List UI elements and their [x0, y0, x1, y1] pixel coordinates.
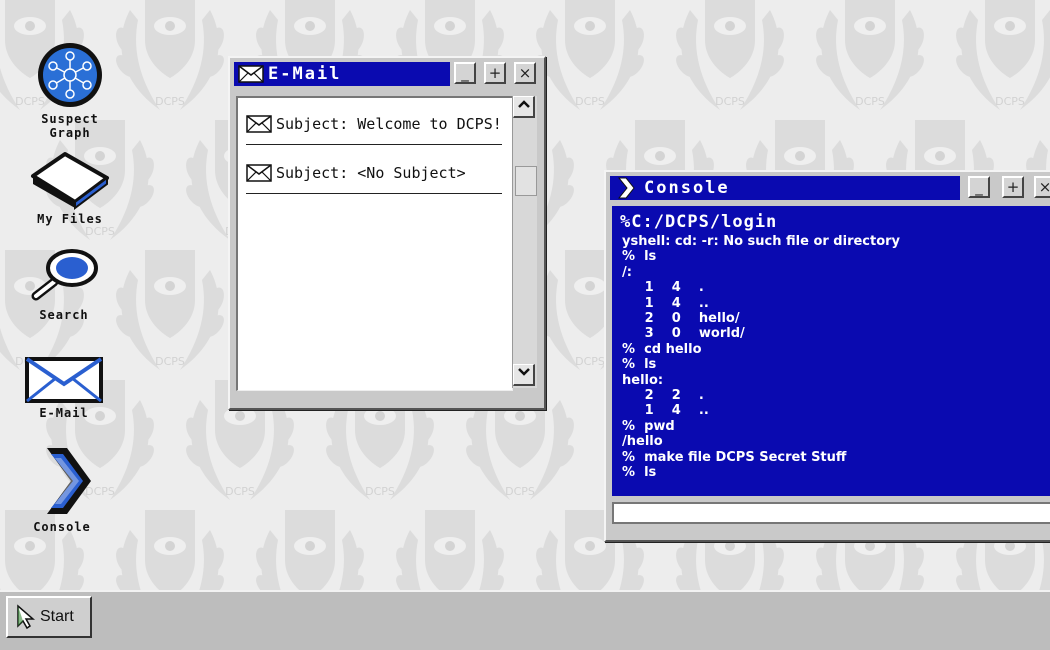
- console-line: 1 4 .: [622, 280, 704, 296]
- wallpaper-crest: DCPS: [100, 490, 240, 590]
- console-window-title: Console: [644, 178, 730, 198]
- console-titlebar[interactable]: Console: [610, 176, 960, 200]
- chevron-down-icon: [517, 368, 530, 376]
- start-button[interactable]: Start: [6, 596, 92, 638]
- console-prompt-path: %C:/DCPS/login: [620, 212, 778, 232]
- console-line: yshell: cd: -r: No such file or director…: [622, 234, 901, 249]
- console-line: % ls: [622, 465, 657, 481]
- chevron-up-icon: [517, 100, 530, 108]
- minimize-button[interactable]: _: [454, 62, 476, 84]
- close-button[interactable]: ×: [1034, 176, 1050, 198]
- close-button[interactable]: ×: [514, 62, 536, 84]
- email-message-item[interactable]: Subject: Welcome to DCPS!: [246, 104, 502, 145]
- email-message-item[interactable]: Subject: <No Subject>: [246, 153, 502, 194]
- desktop-icon-label: Search: [39, 308, 89, 322]
- maximize-button[interactable]: +: [1002, 176, 1024, 198]
- desktop-icon-label: My Files: [37, 212, 103, 226]
- email-subject: Subject: Welcome to DCPS!: [276, 115, 502, 133]
- email-titlebar[interactable]: E-Mail: [234, 62, 450, 86]
- scroll-up-button[interactable]: [513, 96, 535, 118]
- email-window-title: E-Mail: [268, 64, 342, 84]
- folder-icon: [31, 152, 109, 210]
- desktop-icon-suspect-graph[interactable]: Suspect Graph: [22, 40, 118, 140]
- console-line: 3 0 world/: [622, 326, 745, 342]
- desktop-icon-console[interactable]: Console: [14, 444, 110, 534]
- envelope-icon: [238, 65, 264, 83]
- console-line: hello:: [622, 372, 664, 388]
- cursor-arrow-icon: [17, 604, 36, 630]
- desktop-icon-label: Graph: [49, 126, 91, 140]
- desktop-icon-my-files[interactable]: My Files: [22, 148, 118, 226]
- maximize-button[interactable]: +: [484, 62, 506, 84]
- console-line: 2 2 .: [622, 388, 704, 404]
- envelope-icon: [246, 164, 272, 182]
- email-window[interactable]: E-Mail _ + × Subject: Welcome to DCPS! S…: [228, 56, 546, 410]
- console-lines: yshell: cd: -r: No such file or director…: [612, 234, 1050, 481]
- desktop-icon-label: Suspect: [41, 112, 99, 126]
- network-graph-icon: [38, 43, 102, 107]
- envelope-icon: [25, 357, 103, 403]
- wallpaper-crest: DCPS: [380, 490, 520, 590]
- console-line: % pwd: [622, 418, 675, 434]
- desktop-icon-email[interactable]: E-Mail: [16, 356, 112, 420]
- console-output: %C:/DCPS/login yshell: cd: -r: No such f…: [612, 206, 1050, 496]
- email-scrollbar[interactable]: [512, 96, 537, 388]
- email-message-list: Subject: Welcome to DCPS! Subject: <No S…: [236, 96, 513, 391]
- chevron-icon: [617, 177, 635, 199]
- wallpaper-crest: DCPS: [240, 490, 380, 590]
- desktop-icon-search[interactable]: Search: [16, 248, 112, 322]
- console-line: /hello: [622, 434, 663, 450]
- console-line: % make file DCPS Secret Stuff: [622, 449, 847, 465]
- console-window[interactable]: Console _ + × %C:/DCPS/login yshell: cd:…: [604, 170, 1050, 542]
- console-input[interactable]: [612, 502, 1050, 524]
- scroll-down-button[interactable]: [513, 364, 535, 386]
- desktop-icon-label: E-Mail: [39, 406, 89, 420]
- console-line: 1 4 ..: [622, 295, 709, 311]
- email-subject: Subject: <No Subject>: [276, 164, 466, 182]
- console-line: /:: [622, 264, 632, 280]
- console-line: 1 4 ..: [622, 403, 709, 419]
- minimize-button[interactable]: _: [968, 176, 990, 198]
- start-button-label: Start: [40, 608, 74, 625]
- console-line: % cd hello: [622, 341, 702, 357]
- envelope-icon: [246, 115, 272, 133]
- desktop-icon-label: Console: [33, 520, 91, 534]
- console-line: % ls: [622, 357, 657, 373]
- scroll-thumb[interactable]: [515, 166, 537, 196]
- console-line: 2 0 hello/: [622, 311, 740, 327]
- wallpaper-crest: DCPS: [100, 230, 240, 380]
- magnifier-icon: [31, 249, 98, 301]
- console-line: % ls: [622, 249, 657, 265]
- taskbar: Start: [0, 590, 1050, 650]
- chevron-icon: [47, 448, 91, 514]
